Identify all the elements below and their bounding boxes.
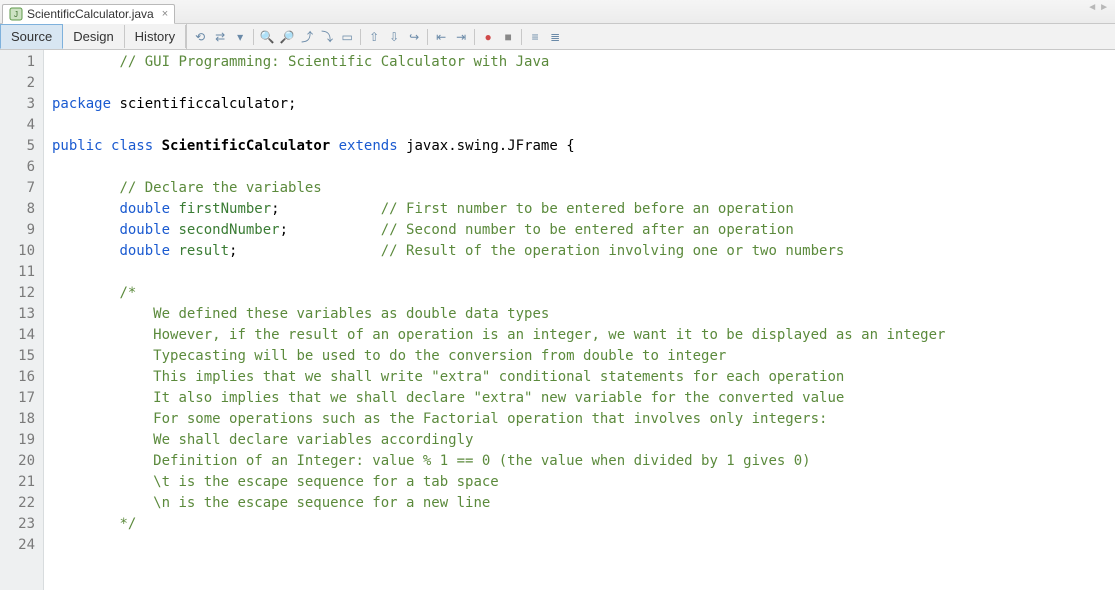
toolbar-separator [253,29,254,45]
prev-tab-icon[interactable]: ◄ [1087,2,1097,13]
code-line: We defined these variables as double dat… [52,304,1115,325]
line-number: 17 [0,388,35,409]
code-line [52,73,1115,94]
record-icon[interactable]: ● [479,28,497,46]
tab-source[interactable]: Source [0,24,63,49]
dropdown-icon[interactable]: ▾ [231,28,249,46]
line-number: 21 [0,472,35,493]
bookmark-next-icon[interactable]: ⤵ [318,28,336,46]
line-number: 9 [0,220,35,241]
code-line [52,262,1115,283]
line-number: 23 [0,514,35,535]
code-line: \n is the escape sequence for a new line [52,493,1115,514]
code-line: \t is the escape sequence for a tab spac… [52,472,1115,493]
line-number: 5 [0,136,35,157]
svg-text:J: J [14,10,18,19]
line-number: 15 [0,346,35,367]
file-tab[interactable]: J ScientificCalculator.java × [2,4,175,24]
comment-icon[interactable]: ≡ [526,28,544,46]
line-number: 18 [0,409,35,430]
step-over-icon[interactable]: ↪ [405,28,423,46]
code-line: // Declare the variables [52,178,1115,199]
code-line: We shall declare variables accordingly [52,430,1115,451]
line-gutter: 123456789101112131415161718192021222324 [0,50,44,590]
view-tab-bar: Source Design History ⟲⇄▾ 🔍🔎⤴⤵▭ ⇧⇩↪ ⇤⇥ ●■ ≡≣ [0,24,1115,50]
line-number: 14 [0,325,35,346]
code-line: */ [52,514,1115,535]
line-number: 12 [0,283,35,304]
code-editor: 123456789101112131415161718192021222324 … [0,50,1115,590]
java-file-icon: J [9,7,23,21]
code-line: It also implies that we shall declare "e… [52,388,1115,409]
code-line: For some operations such as the Factoria… [52,409,1115,430]
toolbar-separator [360,29,361,45]
step-down-icon[interactable]: ⇩ [385,28,403,46]
code-line: Typecasting will be used to do the conve… [52,346,1115,367]
file-tab-bar: J ScientificCalculator.java × ◄ ► [0,0,1115,24]
toolbar-separator [521,29,522,45]
code-line: double secondNumber; // Second number to… [52,220,1115,241]
refresh-icon[interactable]: ⟲ [191,28,209,46]
line-number: 3 [0,94,35,115]
tab-design[interactable]: Design [63,25,124,48]
toolbar-separator [474,29,475,45]
select-icon[interactable]: ▭ [338,28,356,46]
file-tab-label: ScientificCalculator.java [27,7,154,21]
next-tab-icon[interactable]: ► [1099,2,1109,13]
close-icon[interactable]: × [162,8,168,20]
line-number: 20 [0,451,35,472]
code-line [52,157,1115,178]
line-number: 4 [0,115,35,136]
line-number: 6 [0,157,35,178]
code-line: However, if the result of an operation i… [52,325,1115,346]
line-number: 19 [0,430,35,451]
uncomment-icon[interactable]: ≣ [546,28,564,46]
code-area[interactable]: // GUI Programming: Scientific Calculato… [44,50,1115,590]
bookmark-prev-icon[interactable]: ⤴ [298,28,316,46]
tab-nav-arrows: ◄ ► [1087,2,1109,13]
line-number: 10 [0,241,35,262]
line-number: 7 [0,178,35,199]
line-number: 24 [0,535,35,556]
code-line: // GUI Programming: Scientific Calculato… [52,52,1115,73]
line-number: 1 [0,52,35,73]
line-number: 11 [0,262,35,283]
stop-icon[interactable]: ■ [499,28,517,46]
code-line [52,535,1115,556]
find-next-icon[interactable]: 🔎 [278,28,296,46]
line-number: 13 [0,304,35,325]
line-number: 22 [0,493,35,514]
code-line: double firstNumber; // First number to b… [52,199,1115,220]
code-line: Definition of an Integer: value % 1 == 0… [52,451,1115,472]
code-line: public class ScientificCalculator extend… [52,136,1115,157]
shift-left-icon[interactable]: ⇤ [432,28,450,46]
line-number: 2 [0,73,35,94]
shift-right-icon[interactable]: ⇥ [452,28,470,46]
code-line: /* [52,283,1115,304]
toolbar-separator [427,29,428,45]
editor-toolbar: ⟲⇄▾ 🔍🔎⤴⤵▭ ⇧⇩↪ ⇤⇥ ●■ ≡≣ [186,24,568,49]
code-line: package scientificcalculator; [52,94,1115,115]
diff-icon[interactable]: ⇄ [211,28,229,46]
code-line [52,115,1115,136]
line-number: 8 [0,199,35,220]
line-number: 16 [0,367,35,388]
code-line: This implies that we shall write "extra"… [52,367,1115,388]
step-up-icon[interactable]: ⇧ [365,28,383,46]
find-prev-icon[interactable]: 🔍 [258,28,276,46]
code-line: double result; // Result of the operatio… [52,241,1115,262]
tab-history[interactable]: History [125,25,186,48]
